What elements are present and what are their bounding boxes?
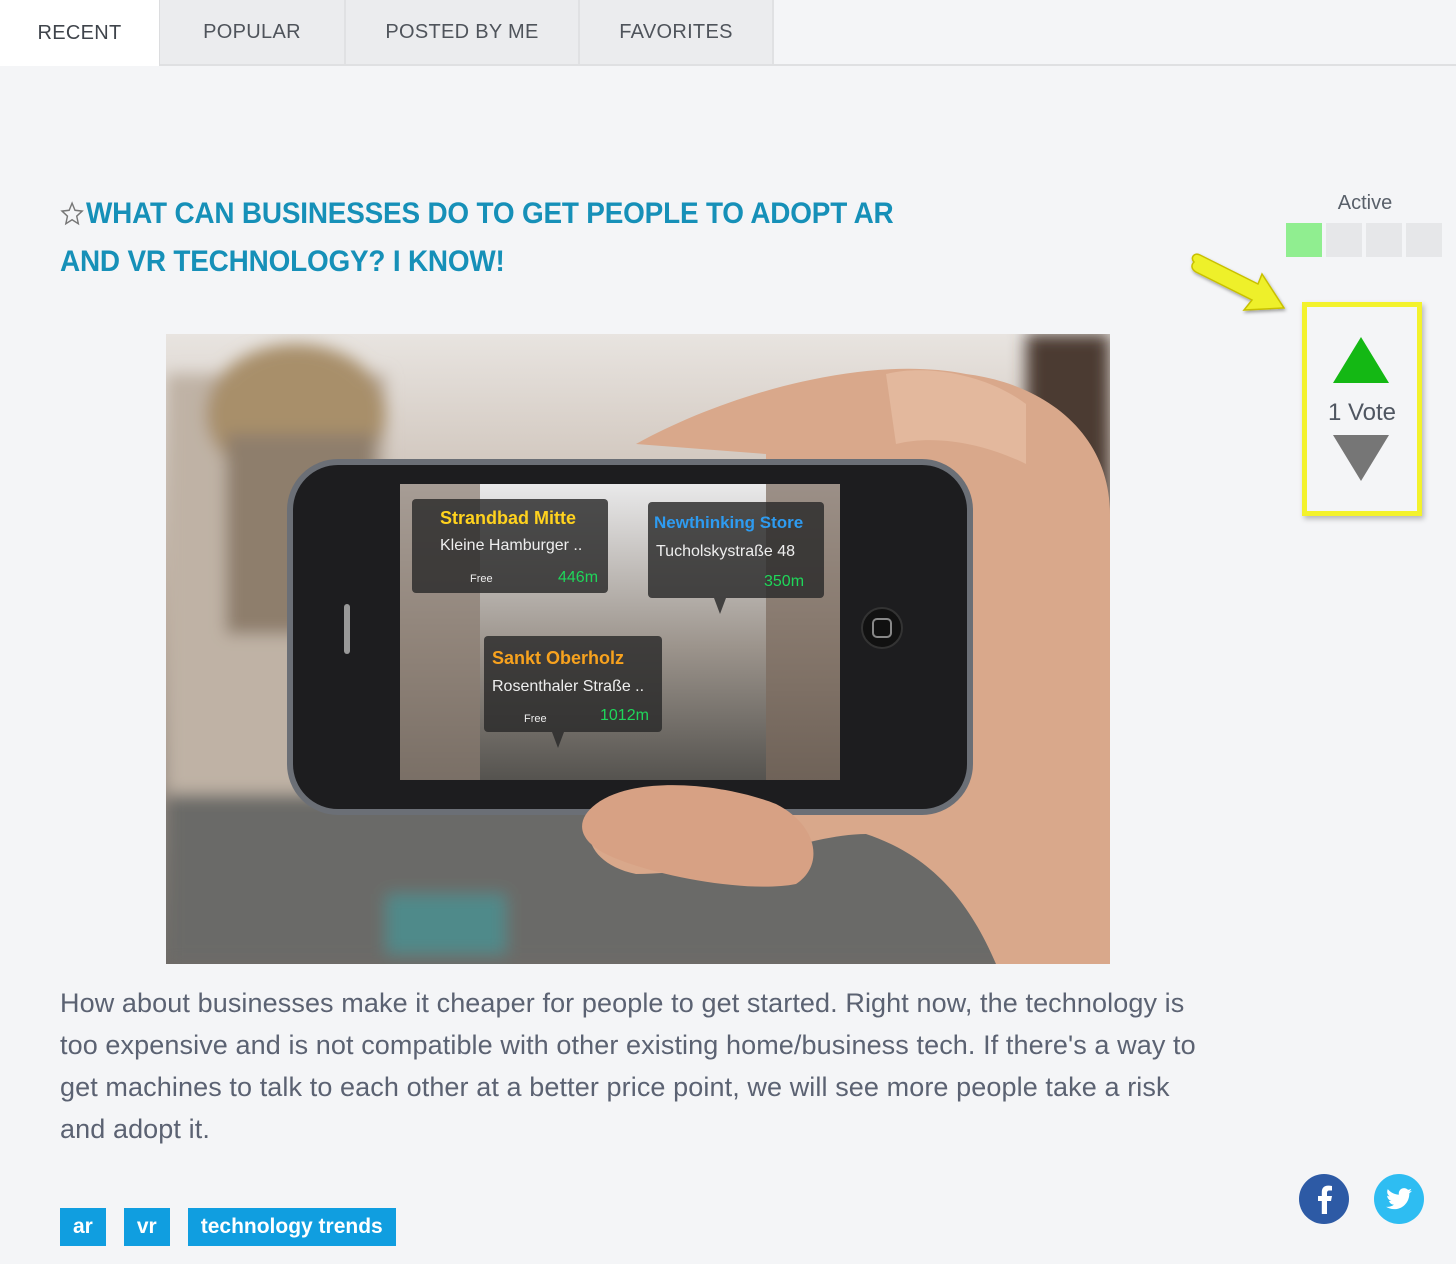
tab-bar: RECENT POPULAR POSTED BY ME FAVORITES <box>0 0 1456 66</box>
post-image: Strandbad Mitte Kleine Hamburger .. Free… <box>166 334 1110 964</box>
ar-card-title: Newthinking Store <box>654 513 803 532</box>
ar-card-address: Kleine Hamburger .. <box>440 537 582 554</box>
post-title: WHAT CAN BUSINESSES DO TO GET PEOPLE TO … <box>60 190 897 286</box>
tag-vr[interactable]: vr <box>123 1208 170 1246</box>
ar-card-distance: 350m <box>764 573 804 590</box>
ar-card-distance: 1012m <box>600 707 649 724</box>
tag-ar[interactable]: ar <box>60 1208 106 1246</box>
facebook-share-button[interactable] <box>1299 1174 1349 1224</box>
star-outline-icon[interactable] <box>60 201 84 227</box>
post-body: How about businesses make it cheaper for… <box>60 988 1196 1144</box>
activity-indicator: Active <box>1284 192 1444 257</box>
downvote-button[interactable] <box>1333 435 1389 481</box>
ar-card: Newthinking Store Tucholskystraße 48 350… <box>648 502 824 614</box>
ar-phone-illustration: Strandbad Mitte Kleine Hamburger .. Free… <box>166 334 1110 964</box>
activity-bar-segment <box>1326 223 1362 257</box>
activity-label: Active <box>1337 192 1393 214</box>
tab-popular[interactable]: POPULAR <box>160 0 346 64</box>
upvote-button[interactable] <box>1333 337 1389 383</box>
twitter-icon <box>1386 1188 1412 1210</box>
ar-card: Sankt Oberholz Rosenthaler Straße .. Fre… <box>484 636 662 748</box>
activity-bar-segment <box>1286 223 1322 257</box>
ar-card-title: Sankt Oberholz <box>492 648 624 668</box>
activity-bars <box>1284 223 1444 257</box>
ar-card-title: Strandbad Mitte <box>440 508 576 528</box>
ar-card-wifi: Free <box>524 713 547 725</box>
tab-posted-by-me[interactable]: POSTED BY ME <box>346 0 580 64</box>
vote-widget: 1 Vote <box>1302 302 1422 516</box>
tag-technology-trends[interactable]: technology trends <box>187 1208 396 1246</box>
activity-bar-segment <box>1366 223 1402 257</box>
tab-favorites[interactable]: FAVORITES <box>580 0 774 64</box>
ar-card-address: Rosenthaler Straße .. <box>492 678 644 695</box>
facebook-icon <box>1318 1185 1332 1214</box>
ar-card-distance: 446m <box>558 569 598 586</box>
ar-card: Strandbad Mitte Kleine Hamburger .. Free… <box>412 499 608 593</box>
tag-list: ar vr technology trends <box>60 1208 396 1246</box>
ar-card-wifi: Free <box>470 573 493 585</box>
activity-bar-segment <box>1406 223 1442 257</box>
annotation-arrow-icon <box>1191 253 1286 311</box>
ar-card-address: Tucholskystraße 48 <box>656 543 795 560</box>
tab-recent[interactable]: RECENT <box>0 0 160 66</box>
twitter-share-button[interactable] <box>1374 1174 1424 1224</box>
post-title-link[interactable]: WHAT CAN BUSINESSES DO TO GET PEOPLE TO … <box>60 197 894 278</box>
vote-count: 1 Vote <box>1327 399 1397 426</box>
